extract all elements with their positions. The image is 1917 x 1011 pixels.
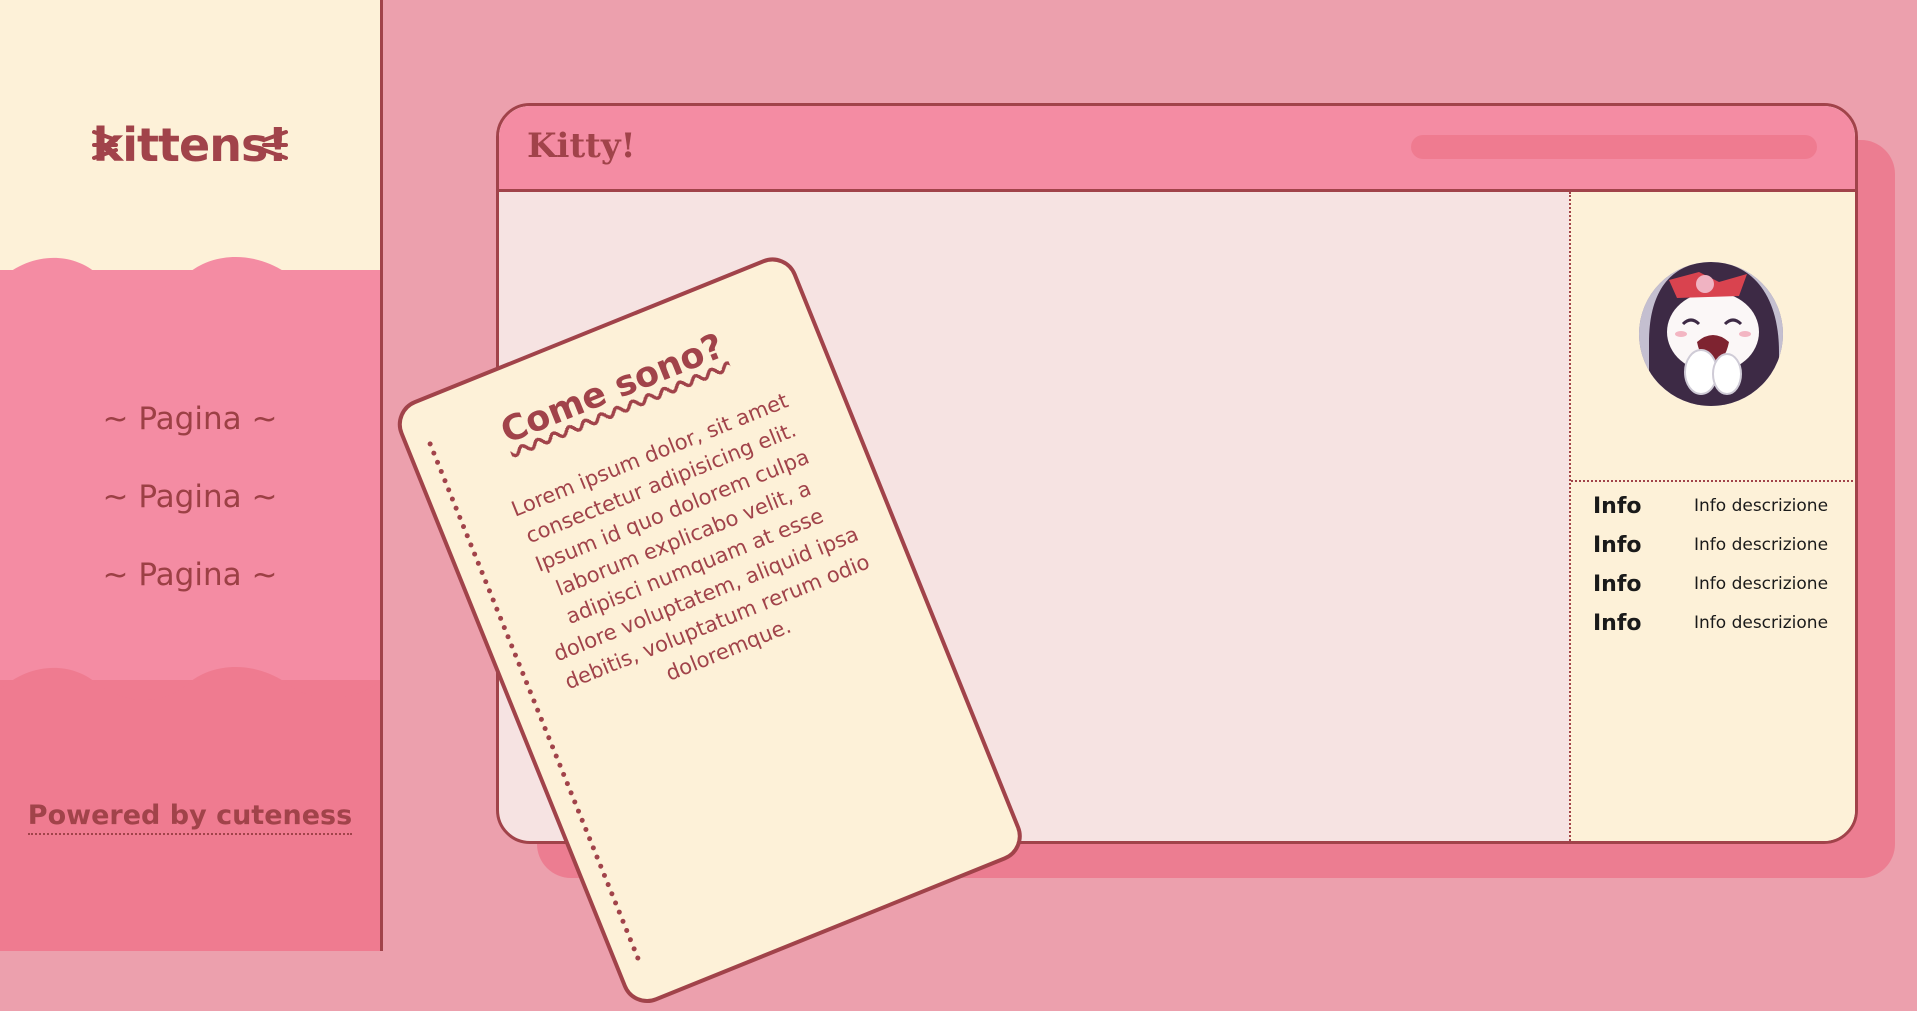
info-label: Info [1593, 611, 1642, 636]
powered-by-link[interactable]: Powered by cuteness [0, 800, 380, 835]
info-divider [1571, 480, 1855, 482]
avatar [1639, 262, 1783, 406]
info-row: Info Info descrizione [1593, 605, 1847, 644]
cat-avatar-icon [1639, 262, 1783, 406]
nav-link-pagina-2[interactable]: ~ Pagina ~ [0, 458, 380, 536]
info-label: Info [1593, 572, 1642, 597]
info-row: Info Info descrizione [1593, 527, 1847, 566]
info-row: Info Info descrizione [1593, 488, 1847, 527]
info-value: Info descrizione [1694, 535, 1829, 555]
whisker-right-icon [262, 130, 288, 160]
search-bar[interactable] [1411, 135, 1817, 159]
sidebar: kittens! ~ Pagina ~ ~ Pagina ~ ~ Pagina … [0, 0, 383, 951]
nav-link-pagina-1[interactable]: ~ Pagina ~ [0, 380, 380, 458]
info-label: Info [1593, 494, 1642, 519]
logo-text: kittens! [92, 118, 289, 172]
nav-link-pagina-3[interactable]: ~ Pagina ~ [0, 536, 380, 614]
whisker-left-icon [92, 130, 118, 160]
wave-divider-bottom [0, 667, 380, 702]
info-label: Info [1593, 533, 1642, 558]
info-panel: Info Info descrizione Info Info descrizi… [1569, 192, 1855, 841]
info-row: Info Info descrizione [1593, 566, 1847, 605]
info-list: Info Info descrizione Info Info descrizi… [1593, 488, 1847, 644]
window-title: Kitty! [527, 126, 636, 166]
info-value: Info descrizione [1694, 496, 1829, 516]
powered-by-text: Powered by cuteness [27, 800, 353, 835]
info-value: Info descrizione [1694, 574, 1829, 594]
site-logo[interactable]: kittens! [0, 118, 380, 172]
info-value: Info descrizione [1694, 613, 1829, 633]
wave-divider-top [0, 257, 380, 292]
window-titlebar: Kitty! [499, 106, 1855, 192]
sidebar-nav: ~ Pagina ~ ~ Pagina ~ ~ Pagina ~ [0, 380, 380, 614]
